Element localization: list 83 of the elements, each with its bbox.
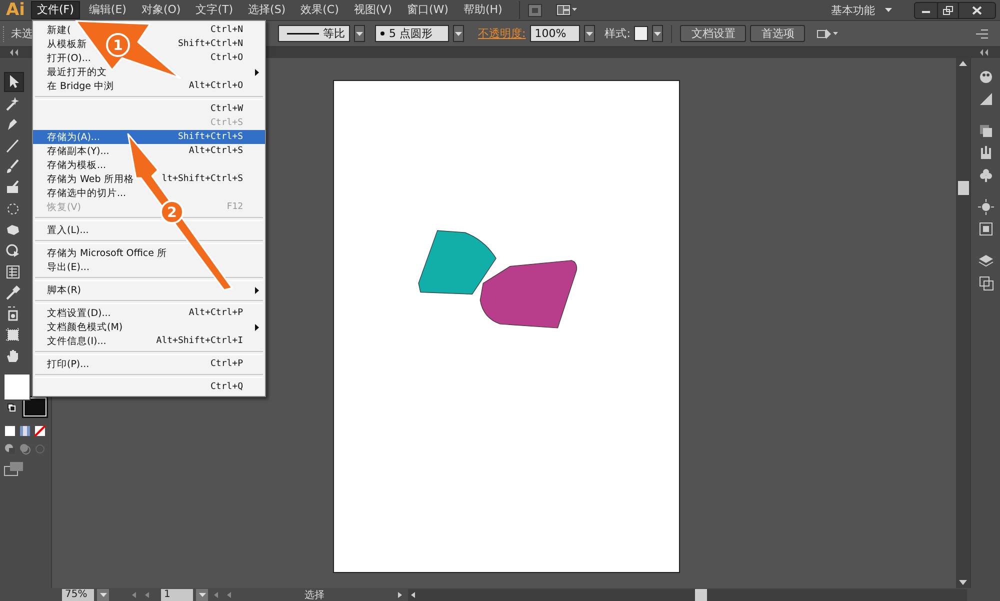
workspace-switcher[interactable]: 基本功能	[831, 2, 875, 18]
menu-item[interactable]: 最近打开的文	[47, 66, 107, 78]
menu-item[interactable]: 存储为 Microsoft Office 所	[47, 246, 168, 260]
menu-item[interactable]: 文件(F)	[31, 1, 80, 19]
menu-item[interactable]: 存储副本(Y)...	[47, 144, 110, 158]
menu-highlight[interactable]: 存储为(A)... Shift+Ctrl+S	[33, 130, 265, 144]
menu-item[interactable]: 帮助(H)	[457, 1, 508, 19]
shortcut-label: Alt+Ctrl+S	[188, 146, 243, 156]
shortcut-label: Ctrl+N	[210, 25, 243, 35]
menu-item[interactable]: 存储为(A)...	[47, 130, 100, 144]
artboard-field[interactable]: 1	[161, 588, 193, 600]
menu-item[interactable]: 置入(L)...	[47, 224, 89, 236]
shortcut-label: Ctrl+O	[210, 53, 243, 63]
stroke-profile-dropdown[interactable]: 等比	[278, 25, 350, 42]
menu-item[interactable]: 从模板新	[47, 38, 87, 50]
shortcut-label: F12	[226, 202, 243, 212]
shortcut-label: Alt+Ctrl+O	[188, 81, 243, 91]
eyedropper-icon[interactable]	[4, 284, 22, 302]
menu-item[interactable]: 效果(C)	[294, 1, 345, 19]
style-label: 样式:	[604, 26, 630, 41]
horizontal-scrollbar[interactable]	[408, 588, 967, 600]
menu-item[interactable]: 新建(	[47, 24, 71, 36]
scrollbar-thumb[interactable]	[958, 181, 968, 195]
shortcut-label: lt+Shift+Ctrl+S	[162, 174, 243, 184]
shortcut-label: Shift+Ctrl+S	[178, 132, 243, 142]
gradient-icon[interactable]	[19, 425, 31, 437]
freeform-shape[interactable]	[418, 230, 496, 294]
menu-item[interactable]: 窗口(W)	[400, 1, 454, 19]
scrollbar-thumb[interactable]	[695, 588, 707, 600]
menu-item[interactable]: 打印(P)...	[47, 358, 90, 370]
screen-mode-icon[interactable]	[4, 462, 24, 476]
menu-item[interactable]: 文档设置(D)...	[47, 306, 111, 320]
panel-menu-icon[interactable]	[976, 28, 988, 38]
menu-item[interactable]: 视图(V)	[348, 1, 398, 19]
menu-item[interactable]: 打开(O)...	[47, 52, 91, 64]
menu-item[interactable]: 文字(T)	[190, 1, 240, 19]
shortcut-label: Shift+Ctrl+N	[178, 39, 243, 49]
menu-item[interactable]: 存储为 Web 所用格	[47, 172, 134, 186]
restore-icon[interactable]	[937, 2, 959, 18]
draw-mode-icon[interactable]	[19, 443, 31, 455]
caret-icon	[654, 32, 662, 36]
caret-icon	[586, 32, 593, 36]
caret-icon	[100, 592, 106, 596]
caret-icon	[885, 8, 892, 12]
selection-status: 未选	[11, 26, 33, 41]
menu-item[interactable]: 在 Bridge 中浏	[47, 80, 114, 92]
artboards-icon[interactable]	[976, 274, 994, 292]
app-logo: Ai	[5, 1, 26, 19]
menu-item[interactable]: 导出(E)...	[47, 260, 90, 274]
shortcut-label: Ctrl+P	[210, 359, 243, 369]
draw-mode-icon[interactable]	[4, 443, 16, 455]
menu-item[interactable]: 文档颜色模式(M)	[47, 320, 123, 334]
artboard-icon[interactable]	[4, 326, 22, 344]
style-swatch[interactable]	[634, 26, 648, 41]
brush-dropdown[interactable]: 5 点圆形	[375, 25, 449, 42]
shortcut-label[interactable]: Ctrl+W	[210, 104, 243, 114]
caret-icon	[356, 32, 363, 36]
preferences-button[interactable]: 首选项	[750, 25, 806, 42]
menu-item[interactable]: 存储选中的切片...	[47, 186, 126, 200]
step-number: 1	[113, 38, 123, 54]
shortcut-label: Alt+Ctrl+P	[188, 308, 243, 318]
caret-icon	[455, 32, 462, 36]
menu-item[interactable]: 脚本(R)	[47, 284, 82, 296]
menu-item[interactable]: 对象(O)	[135, 1, 187, 19]
layout-icon[interactable]	[556, 4, 578, 16]
caret-icon	[198, 592, 206, 596]
none-icon[interactable]	[34, 425, 46, 437]
menu-item[interactable]: 文件信息(I)...	[47, 334, 106, 348]
shortcut-label[interactable]: Ctrl+Q	[210, 382, 243, 392]
menu-item[interactable]: 选择(S)	[242, 1, 292, 19]
current-tool-label: 选择	[304, 588, 326, 601]
stroke-line-icon	[287, 32, 319, 35]
opacity-field[interactable]: 100%	[530, 25, 580, 42]
zoom-field[interactable]: 75%	[62, 588, 94, 600]
document-setup-button[interactable]: 文档设置	[680, 25, 746, 42]
color-icon[interactable]	[4, 425, 16, 437]
menu-item[interactable]: 编辑(E)	[82, 1, 132, 19]
dot-icon	[380, 31, 385, 36]
sun-icon[interactable]	[976, 198, 994, 216]
shortcut-label: Alt+Shift+Ctrl+I	[156, 336, 243, 346]
freeform-shape[interactable]	[480, 260, 578, 328]
menu-item[interactable]: 存储为模板...	[47, 158, 106, 172]
step-number: 2	[167, 205, 177, 221]
